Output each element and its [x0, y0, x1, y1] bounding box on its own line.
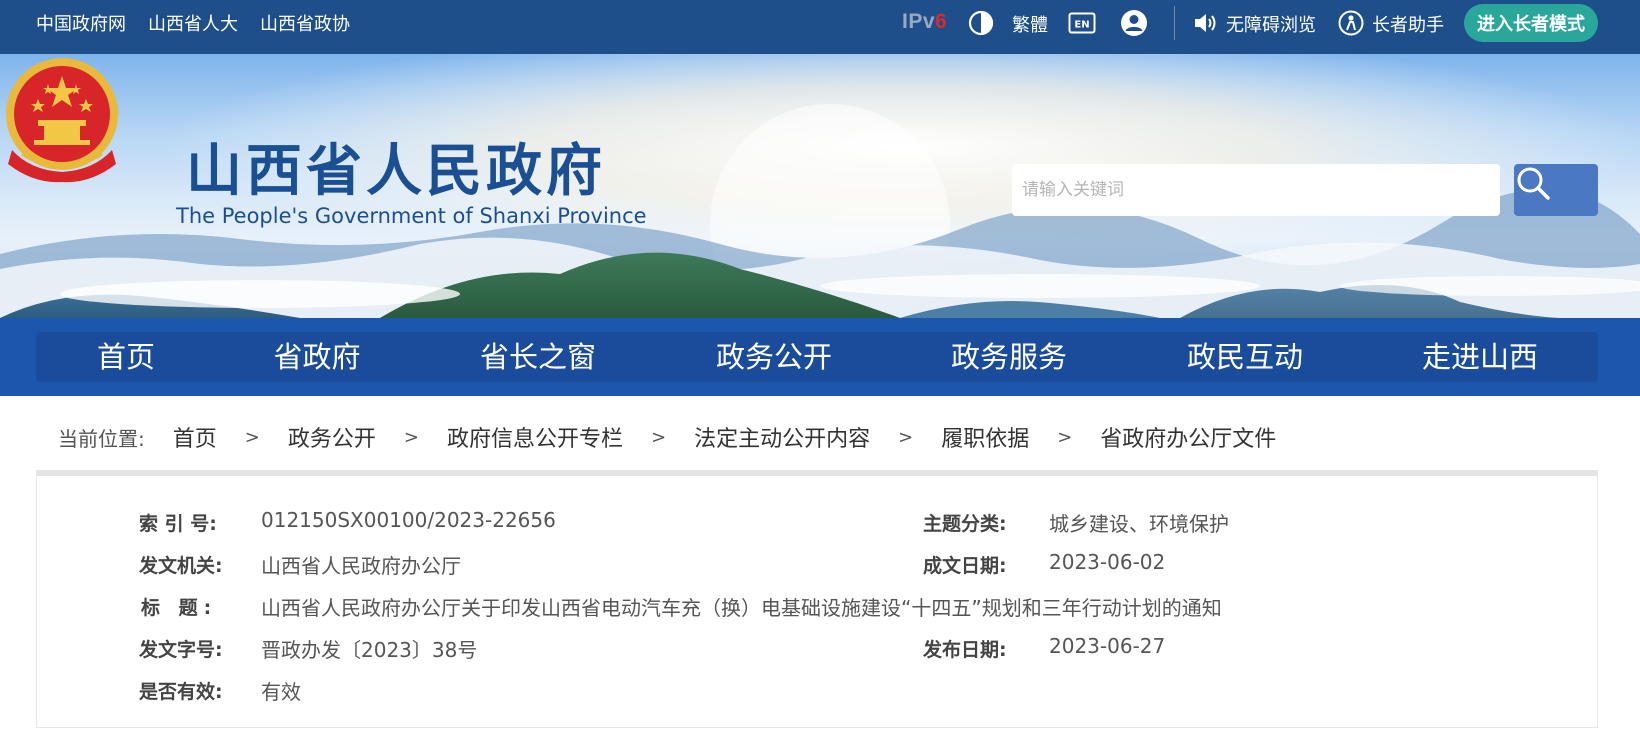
breadcrumb-item-office-documents[interactable]: 省政府办公厅文件 — [1100, 421, 1276, 453]
elder-helper-icon[interactable] — [1338, 10, 1364, 36]
accessibility-link[interactable]: 无障碍浏览 — [1226, 11, 1316, 37]
publish-date-label: 发布日期: — [923, 639, 1007, 661]
breadcrumb: 当前位置: 首页 > 政务公开 > 政府信息公开专栏 > 法定主动公开内容 > … — [58, 420, 1276, 454]
nav-item-home[interactable]: 首页 — [97, 332, 155, 382]
svg-text:EN: EN — [1074, 20, 1089, 31]
breadcrumb-item-disclosure[interactable]: 政务公开 — [288, 421, 376, 453]
title-value: 山西省人民政府办公厅关于印发山西省电动汽车充（换）电基础设施建设“十四五”规划和… — [261, 596, 1222, 620]
document-info-panel: 索 引 号: 012150SX00100/2023-22656 主题分类: 城乡… — [36, 470, 1598, 728]
main-nav-inner: 首页 省政府 省长之窗 政务公开 政务服务 政民互动 走进山西 — [36, 332, 1598, 382]
top-link-npc[interactable]: 山西省人大 — [148, 10, 238, 36]
document-number-label: 发文字号: — [139, 639, 223, 661]
national-emblem-icon — [6, 58, 118, 183]
search-icon — [1517, 167, 1550, 200]
nav-item-about-shanxi[interactable]: 走进山西 — [1422, 332, 1538, 382]
nav-item-provincial-government[interactable]: 省政府 — [273, 332, 360, 382]
breadcrumb-separator: > — [244, 426, 260, 448]
issuing-agency-value: 山西省人民政府办公厅 — [261, 554, 461, 578]
traditional-chinese-toggle[interactable]: 繁體 — [1012, 11, 1048, 37]
ipv6-badge: IPv6 — [902, 10, 948, 33]
breadcrumb-separator: > — [898, 426, 914, 448]
validity-value: 有效 — [261, 680, 301, 704]
search-button[interactable] — [1514, 164, 1598, 216]
written-date-label: 成文日期: — [923, 555, 1007, 577]
breadcrumb-item-duty-basis[interactable]: 履职依据 — [941, 421, 1029, 453]
index-number-value: 012150SX00100/2023-22656 — [261, 508, 556, 532]
header-banner: 山西省人民政府 The People's Government of Shanx… — [0, 54, 1640, 318]
breadcrumb-separator: > — [1057, 426, 1073, 448]
breadcrumb-item-home[interactable]: 首页 — [173, 421, 217, 453]
site-title: 山西省人民政府 — [186, 139, 606, 204]
top-links: 中国政府网 山西省人大 山西省政协 — [36, 0, 350, 46]
validity-label: 是否有效: — [139, 681, 223, 703]
written-date-value: 2023-06-02 — [1049, 550, 1166, 574]
user-icon[interactable] — [1120, 9, 1148, 37]
top-bar: 中国政府网 山西省人大 山西省政协 IPv6 繁體 EN 无障碍浏览 长者助手 … — [0, 0, 1640, 54]
nav-item-government-affairs-disclosure[interactable]: 政务公开 — [716, 332, 832, 382]
elder-helper-link[interactable]: 长者助手 — [1372, 11, 1444, 37]
main-nav: 首页 省政府 省长之窗 政务公开 政务服务 政民互动 走进山西 — [0, 318, 1640, 396]
speaker-icon[interactable] — [1192, 11, 1218, 35]
topic-category-value: 城乡建设、环境保护 — [1049, 512, 1229, 536]
toolbar-divider — [1174, 6, 1175, 40]
breadcrumb-label: 当前位置: — [58, 426, 145, 451]
document-number-value: 晋政办发〔2023〕38号 — [261, 638, 478, 662]
nav-item-public-interaction[interactable]: 政民互动 — [1187, 332, 1303, 382]
english-icon[interactable]: EN — [1068, 12, 1096, 34]
site-subtitle: The People's Government of Shanxi Provin… — [176, 204, 647, 228]
nav-item-governor-window[interactable]: 省长之窗 — [480, 332, 596, 382]
elder-mode-button[interactable]: 进入长者模式 — [1464, 4, 1598, 42]
top-link-gov-cn[interactable]: 中国政府网 — [36, 10, 126, 36]
nav-item-government-services[interactable]: 政务服务 — [951, 332, 1067, 382]
title-label: 标 题: — [141, 597, 218, 619]
breadcrumb-separator: > — [650, 426, 667, 448]
search-input[interactable] — [1012, 164, 1500, 216]
top-link-cppcc[interactable]: 山西省政协 — [260, 10, 350, 36]
breadcrumb-item-info-column[interactable]: 政府信息公开专栏 — [447, 421, 623, 453]
publish-date-value: 2023-06-27 — [1049, 634, 1166, 658]
breadcrumb-item-statutory-content[interactable]: 法定主动公开内容 — [694, 421, 870, 453]
contrast-icon[interactable] — [968, 10, 994, 36]
breadcrumb-separator: > — [403, 426, 419, 448]
topic-category-label: 主题分类: — [923, 513, 1007, 535]
index-number-label: 索 引 号: — [139, 513, 217, 535]
issuing-agency-label: 发文机关: — [139, 555, 223, 577]
